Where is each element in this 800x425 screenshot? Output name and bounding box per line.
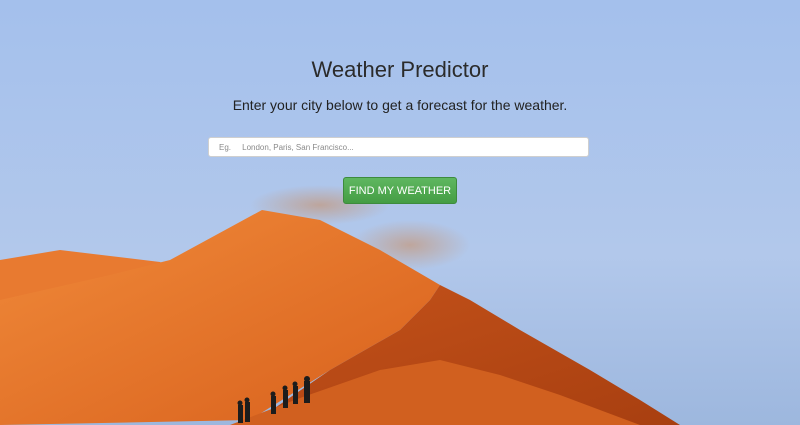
page-subtitle: Enter your city below to get a forecast …: [232, 97, 568, 113]
find-weather-button[interactable]: FIND MY WEATHER: [343, 177, 457, 204]
city-search-input[interactable]: [208, 137, 589, 157]
page-title: Weather Predictor: [311, 57, 489, 82]
